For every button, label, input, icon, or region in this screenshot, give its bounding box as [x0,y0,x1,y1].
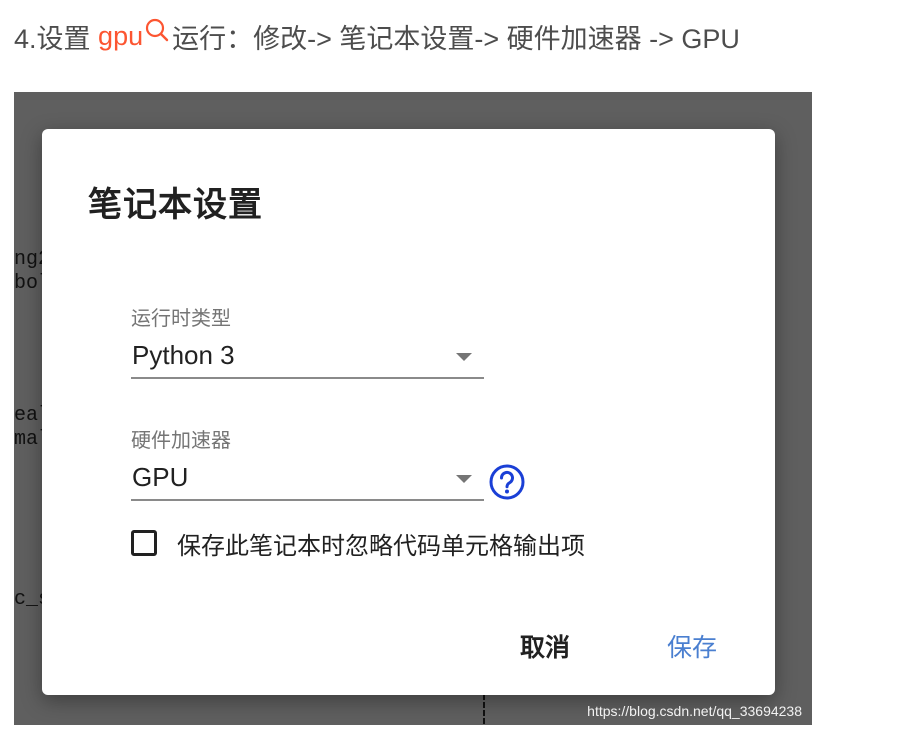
colab-screenshot: ng2 bol eal mal c_s 笔记本设置 运行时类型 Python 3… [14,92,812,725]
article-step-line: 4.设置 gpu 运行：修改-> 笔记本设置-> 硬件加速器 -> GPU [14,14,740,58]
omit-output-label: 保存此笔记本时忽略代码单元格输出项 [177,532,585,560]
dropdown-caret-icon [456,475,472,483]
runtime-type-label: 运行时类型 [131,308,231,330]
hardware-accelerator-value: GPU [132,462,189,492]
runtime-type-select[interactable]: Python 3 [131,337,484,379]
keyword-link[interactable]: gpu [98,21,143,52]
watermark-url: https://blog.csdn.net/qq_33694238 [587,703,802,719]
omit-output-checkbox[interactable] [131,530,157,556]
notebook-settings-dialog: 笔记本设置 运行时类型 Python 3 硬件加速器 GPU 保存此笔记本时忽略… [42,129,775,695]
cancel-button[interactable]: 取消 [516,626,574,670]
step-text-suffix: 运行：修改-> 笔记本设置-> 硬件加速器 -> GPU [172,23,740,54]
save-button[interactable]: 保存 [663,626,721,670]
dialog-title: 笔记本设置 [88,186,263,224]
hardware-accelerator-label: 硬件加速器 [131,430,231,452]
hardware-accelerator-select[interactable]: GPU [131,459,484,501]
omit-output-option[interactable]: 保存此笔记本时忽略代码单元格输出项 [131,523,585,563]
step-text-prefix: 4.设置 [14,23,91,54]
dropdown-caret-icon [456,353,472,361]
help-circle-icon[interactable] [488,463,526,501]
search-icon[interactable] [144,17,170,43]
runtime-type-value: Python 3 [132,340,235,370]
background-divider [483,694,485,724]
